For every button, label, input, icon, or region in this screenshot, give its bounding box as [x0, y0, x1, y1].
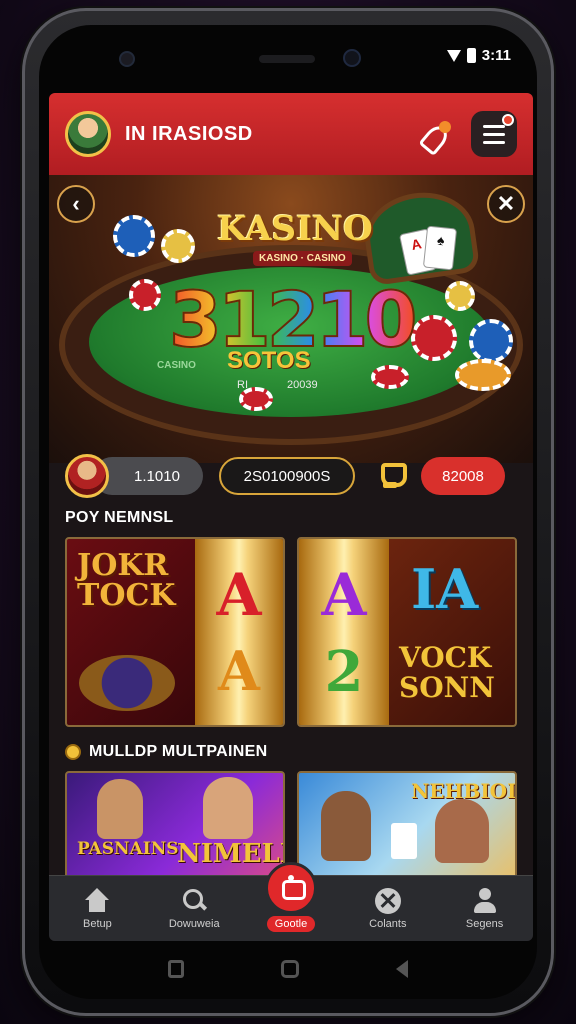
sensor-icon — [343, 49, 361, 67]
stats-row: 1.1010 2S0100900S 82008 — [49, 449, 533, 503]
badge-pill[interactable]: 82008 — [421, 457, 505, 495]
game-tile[interactable]: NEHBIOD — [297, 771, 517, 881]
reel-letter: A — [216, 561, 262, 629]
player-portrait — [203, 777, 253, 839]
nav-profile[interactable]: Segens — [436, 876, 533, 941]
poker-chip-icon — [455, 359, 511, 391]
poker-chip-icon — [161, 229, 195, 263]
reel-letter: A — [321, 561, 367, 629]
game-tile[interactable]: JOKR TOCK A A — [65, 537, 285, 727]
nav-label: Segens — [465, 917, 504, 930]
nav-label: Dowuweia — [168, 917, 220, 930]
nav-tools[interactable]: Colants — [339, 876, 436, 941]
poker-chip-icon — [469, 319, 513, 363]
poker-chip-icon — [129, 279, 161, 311]
back-icon[interactable] — [396, 960, 409, 978]
player-portrait — [97, 779, 143, 839]
section-title: POY NEMNSL — [65, 509, 174, 527]
reel-letter: 2 — [324, 639, 364, 705]
battery-icon — [466, 48, 476, 63]
front-camera-icon — [119, 51, 135, 67]
felt-label: CASINO — [157, 360, 196, 371]
poker-chip-icon — [371, 365, 409, 389]
playing-card — [391, 823, 417, 859]
app-title: IN IRASIOSD — [125, 122, 253, 145]
status-time: 3:11 — [481, 47, 511, 64]
phone-bezel: 3:11 IN IRASIOSD A ♠ ‹ ✕ KASINO KASINO ·… — [39, 25, 537, 999]
balance-pill[interactable]: 1.1010 — [93, 457, 203, 495]
roulette-wheel-icon — [79, 655, 175, 711]
earpiece-speaker — [259, 55, 315, 63]
status-bar: 3:11 — [39, 25, 537, 87]
menu-bar — [483, 124, 505, 128]
nav-home[interactable]: Betup — [49, 876, 146, 941]
system-nav — [39, 939, 537, 999]
app-screen: IN IRASIOSD A ♠ ‹ ✕ KASINO KASINO · CASI… — [49, 93, 533, 941]
user-icon — [471, 887, 499, 914]
hero-banner[interactable]: A ♠ ‹ ✕ KASINO KASINO · CASINO 31210 SOT… — [49, 175, 533, 463]
tile-headline: PASNAINS — [77, 839, 179, 859]
notification-dot — [502, 114, 514, 126]
home-button-icon[interactable] — [280, 960, 299, 978]
nav-label: Colants — [369, 917, 407, 930]
poker-chip-icon — [113, 215, 155, 257]
player-portrait — [321, 791, 371, 861]
tile-subline: NIMELI — [177, 839, 285, 869]
trophy-icon[interactable] — [377, 463, 407, 489]
game-tile[interactable]: PASNAINS NIMELI — [65, 771, 285, 881]
menu-bar — [483, 132, 505, 136]
section-title: MULLDP MULTPAINEN — [65, 743, 267, 761]
search-icon — [180, 888, 208, 914]
tile-subline: VOCK SONN — [399, 641, 495, 704]
hero-mini-b: 20039 — [287, 379, 318, 391]
rocket-icon[interactable] — [419, 117, 453, 151]
player-avatar[interactable] — [65, 454, 109, 498]
playing-card: ♠ — [422, 225, 458, 271]
nav-search[interactable]: Dowuweia — [146, 876, 243, 941]
nav-label: Gootle — [266, 915, 316, 932]
phone-frame: 3:11 IN IRASIOSD A ♠ ‹ ✕ KASINO KASINO ·… — [22, 8, 554, 1016]
slot-reel: A 2 — [299, 539, 389, 725]
close-icon[interactable]: ✕ — [487, 185, 525, 223]
reel-letter: A — [218, 639, 260, 703]
tile-headline: IA — [411, 557, 479, 621]
hero-mini-a: RI — [237, 379, 248, 391]
poker-chip-icon — [445, 281, 475, 311]
jackpot-pill[interactable]: 2S0100900S — [219, 457, 355, 495]
back-chevron-icon[interactable]: ‹ — [57, 185, 95, 223]
tile-headline: JOKR TOCK — [77, 548, 176, 613]
nav-game[interactable]: Gootle — [243, 862, 340, 941]
recent-apps-icon[interactable] — [167, 960, 184, 978]
hero-brand: KASINO — [217, 209, 373, 249]
avatar-icon[interactable] — [65, 111, 111, 157]
menu-bar — [483, 140, 505, 144]
game-tile[interactable]: A 2 IA VOCK SONN — [297, 537, 517, 727]
tile-headline: NEHBIOD — [411, 779, 517, 803]
home-icon — [83, 887, 111, 914]
tools-icon — [374, 887, 401, 914]
nav-label: Betup — [83, 917, 112, 930]
signal-icon — [446, 49, 461, 62]
hero-slogan: SOTOS — [227, 347, 311, 374]
hamburger-menu-icon[interactable] — [471, 111, 517, 157]
game-icon — [264, 862, 317, 914]
header-actions — [419, 111, 517, 157]
bottom-nav: Betup Dowuweia Gootle Colants Segens — [49, 862, 533, 941]
poker-chip-icon — [411, 315, 457, 361]
player-portrait — [435, 799, 489, 863]
status-right: 3:11 — [446, 47, 511, 64]
hero-brand-sub: KASINO · CASINO — [253, 251, 352, 266]
coin-icon — [65, 744, 81, 760]
slot-reel: A A — [195, 539, 283, 725]
section-title-text: POY NEMNSL — [65, 509, 174, 526]
section-title-text: MULLDP MULTPAINEN — [89, 743, 268, 760]
app-header: IN IRASIOSD — [49, 93, 533, 175]
